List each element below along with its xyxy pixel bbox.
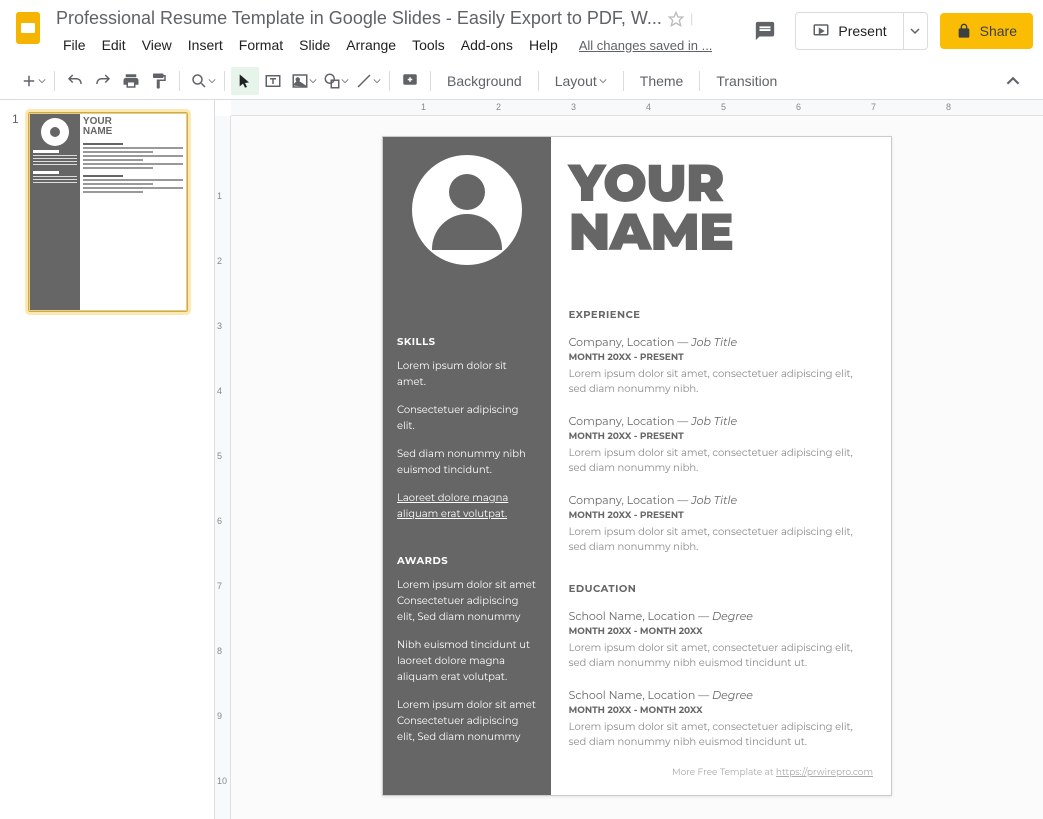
menu-insert[interactable]: Insert [181,33,230,57]
separator [179,71,180,91]
skill-item[interactable]: Laoreet dolore magna aliquam erat volutp… [397,490,537,522]
menu-view[interactable]: View [135,33,179,57]
name-heading[interactable]: YOUR NAME [569,159,873,258]
image-tool[interactable] [287,67,319,95]
menu-addons[interactable]: Add-ons [454,33,520,57]
slide-main[interactable]: YOUR NAME EXPERIENCE Company, Location —… [551,137,891,795]
avatar-icon [41,118,69,146]
chevron-down-icon [599,77,607,85]
share-button[interactable]: Share [940,13,1033,49]
workspace: 1 [0,100,1043,819]
vertical-ruler[interactable]: 1 2 3 4 5 6 7 8 9 10 [215,116,231,819]
separator [54,71,55,91]
line-tool[interactable] [351,67,383,95]
share-label: Share [980,23,1017,39]
separator [623,71,624,91]
menu-edit[interactable]: Edit [95,33,133,57]
textbox-tool[interactable] [259,67,287,95]
menu-format[interactable]: Format [232,33,290,57]
undo-button[interactable] [61,67,89,95]
redo-button[interactable] [89,67,117,95]
background-button[interactable]: Background [437,67,532,95]
awards-heading[interactable]: AWARDS [397,554,537,567]
footer-link[interactable]: More Free Template at https://prwirepro.… [569,767,873,778]
menu-tools[interactable]: Tools [405,33,452,57]
avatar-placeholder[interactable] [412,155,522,265]
doc-title[interactable]: Professional Resume Template in Google S… [56,8,662,29]
separator [538,71,539,91]
header: Professional Resume Template in Google S… [0,0,1043,57]
present-label: Present [838,23,886,39]
experience-entry[interactable]: Company, Location — Job Title MONTH 20XX… [569,335,873,396]
star-icon[interactable] [668,11,684,27]
new-slide-button[interactable] [16,67,48,95]
divider-icon: | [690,11,693,26]
layout-button[interactable]: Layout [545,67,617,95]
separator [699,71,700,91]
experience-entry[interactable]: Company, Location — Job Title MONTH 20XX… [569,493,873,554]
menu-slide[interactable]: Slide [292,33,337,57]
separator [389,71,390,91]
chevron-down-icon [910,26,920,36]
slide-sidebar[interactable]: SKILLS Lorem ipsum dolor sit amet. Conse… [383,137,551,795]
skills-heading[interactable]: SKILLS [397,335,537,348]
theme-button[interactable]: Theme [630,67,694,95]
zoom-button[interactable] [186,67,218,95]
lock-icon [956,23,972,39]
separator [430,71,431,91]
skill-item[interactable]: Lorem ipsum dolor sit amet. [397,358,537,390]
separator [224,71,225,91]
slides-logo[interactable] [8,8,48,48]
print-button[interactable] [117,67,145,95]
shape-tool[interactable] [319,67,351,95]
transition-button[interactable]: Transition [706,67,787,95]
menu-help[interactable]: Help [522,33,565,57]
slide[interactable]: SKILLS Lorem ipsum dolor sit amet. Conse… [382,136,892,796]
present-button[interactable]: Present [796,13,902,49]
skill-item[interactable]: Sed diam nonummy nibh euismod tincidunt. [397,446,537,478]
present-icon [812,22,830,40]
experience-entry[interactable]: Company, Location — Job Title MONTH 20XX… [569,414,873,475]
experience-heading[interactable]: EXPERIENCE [569,308,873,321]
thumb-title-2: NAME [83,127,183,137]
select-tool[interactable] [231,67,259,95]
award-item[interactable]: Lorem ipsum dolor sit amet Consectetuer … [397,577,537,625]
slide-thumbnail[interactable]: YOUR NAME [28,112,188,312]
filmstrip[interactable]: 1 [0,100,215,819]
paint-format-button[interactable] [145,67,173,95]
award-item[interactable]: Nibh euismod tincidunt ut laoreet dolore… [397,637,537,685]
comments-button[interactable] [747,13,783,49]
thumb-number: 1 [12,112,22,312]
education-entry[interactable]: School Name, Location — Degree MONTH 20X… [569,688,873,749]
menubar: File Edit View Insert Format Slide Arran… [56,33,747,57]
save-status[interactable]: All changes saved in ... [579,38,713,53]
comment-tool[interactable] [396,67,424,95]
award-item[interactable]: Lorem ipsum dolor sit amet Consectetuer … [397,697,537,745]
toolbar: Background Layout Theme Transition [0,63,1043,100]
skill-item[interactable]: Consectetuer adipiscing elit. [397,402,537,434]
horizontal-ruler[interactable]: 1 2 3 4 5 6 7 8 [231,100,1043,116]
canvas[interactable]: SKILLS Lorem ipsum dolor sit amet. Conse… [231,116,1043,819]
education-heading[interactable]: EDUCATION [569,582,873,595]
menu-file[interactable]: File [56,33,93,57]
collapse-toolbar-button[interactable] [999,67,1027,95]
education-entry[interactable]: School Name, Location — Degree MONTH 20X… [569,609,873,670]
menu-arrange[interactable]: Arrange [339,33,403,57]
present-group: Present [795,12,927,50]
present-dropdown[interactable] [903,13,927,49]
